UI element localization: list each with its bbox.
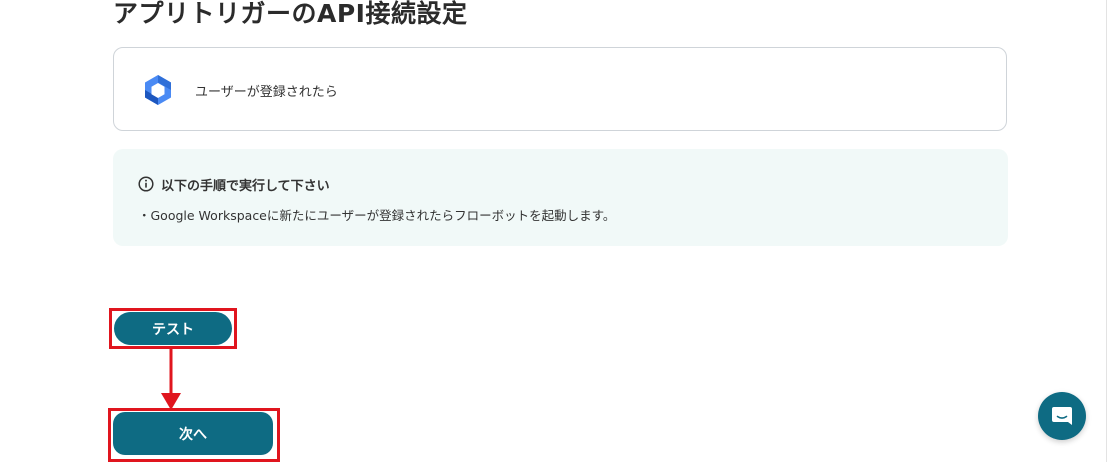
trigger-label: ユーザーが登録されたら	[195, 85, 338, 100]
page: アプリトリガーのAPI接続設定 ユーザーが登録されたら 以下の手順で実行して下さ…	[0, 0, 1107, 462]
info-box: 以下の手順で実行して下さい ・Google Workspaceに新たにユーザーが…	[113, 149, 1008, 246]
chat-launcher-button[interactable]	[1038, 392, 1086, 440]
trigger-card[interactable]: ユーザーが登録されたら	[113, 47, 1007, 131]
info-heading: 以下の手順で実行して下さい	[161, 179, 330, 194]
chat-bubble-icon	[1052, 407, 1072, 425]
next-button[interactable]: 次へ	[113, 412, 273, 455]
info-text: ・Google Workspaceに新たにユーザーが登録されたらフローボットを起…	[138, 208, 616, 223]
down-arrow-annotation	[161, 347, 181, 410]
test-button[interactable]: テスト	[114, 312, 232, 345]
page-title: アプリトリガーのAPI接続設定	[113, 0, 468, 28]
info-circle-icon	[138, 176, 154, 192]
google-workspace-icon	[145, 75, 171, 105]
